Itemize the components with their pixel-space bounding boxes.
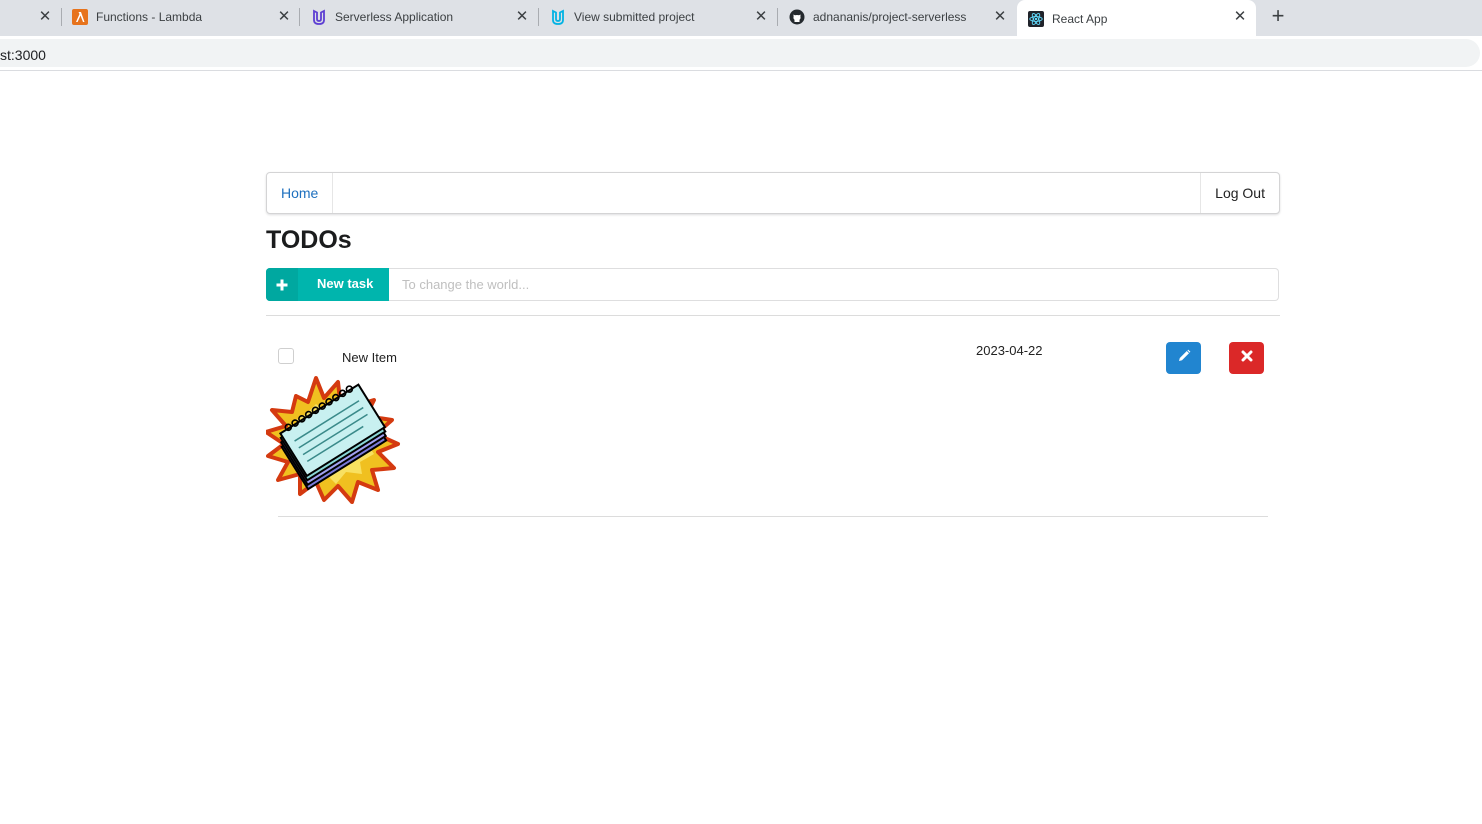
- tab-title: Functions - Lambda: [96, 10, 203, 24]
- top-menu: Home Log Out: [266, 172, 1280, 214]
- todo-due-date: 2023-04-22: [976, 343, 1043, 358]
- divider: [278, 516, 1268, 517]
- tab-separator: [777, 8, 778, 26]
- tab-separator: [538, 8, 539, 26]
- close-icon[interactable]: ✕: [276, 9, 292, 25]
- address-bar: st:3000: [0, 36, 1482, 71]
- close-icon[interactable]: ✕: [753, 9, 769, 25]
- close-icon[interactable]: ✕: [1232, 9, 1248, 25]
- tab-separator: [299, 8, 300, 26]
- new-task-input[interactable]: [389, 268, 1279, 301]
- close-icon: [1241, 349, 1253, 367]
- udacity-icon: [311, 9, 327, 25]
- browser-tab-view-submitted[interactable]: View submitted project ✕: [550, 0, 776, 34]
- tab-title: View submitted project: [574, 10, 695, 24]
- todo-name: New Item: [342, 350, 397, 365]
- udacity-icon: [550, 9, 566, 25]
- todo-item: New Item 2023-04-22: [264, 332, 1280, 517]
- pencil-icon: [1177, 349, 1191, 368]
- new-task-button[interactable]: New task: [266, 268, 389, 301]
- home-link[interactable]: Home: [267, 173, 334, 213]
- browser-tab-strip: ✕ Functions - Lambda ✕ Serverless Applic…: [0, 0, 1482, 38]
- close-icon[interactable]: ✕: [514, 9, 530, 25]
- browser-tab-react-app[interactable]: React App ✕: [1017, 0, 1256, 38]
- browser-tab-partial[interactable]: ✕: [0, 0, 58, 34]
- tab-separator: [61, 8, 62, 26]
- todo-attachment-image: [264, 374, 402, 504]
- new-task-row: New task: [266, 268, 1280, 301]
- github-icon: [789, 9, 805, 25]
- aws-lambda-icon: [72, 9, 88, 25]
- plus-icon: [266, 268, 298, 301]
- page-title: TODOs: [266, 226, 352, 254]
- new-task-label: New task: [317, 276, 374, 291]
- url-text: st:3000: [0, 47, 46, 63]
- todo-done-checkbox[interactable]: [278, 348, 294, 364]
- tab-title: adnananis/project-serverless: [813, 10, 967, 24]
- tab-title: Serverless Application: [335, 10, 454, 24]
- edit-todo-button[interactable]: [1166, 342, 1201, 374]
- logout-button[interactable]: Log Out: [1200, 173, 1279, 213]
- react-icon: [1028, 11, 1044, 27]
- tab-title: React App: [1052, 12, 1108, 26]
- close-icon[interactable]: ✕: [992, 9, 1008, 25]
- browser-tab-serverless[interactable]: Serverless Application ✕: [311, 0, 537, 34]
- delete-todo-button[interactable]: [1229, 342, 1264, 374]
- browser-tab-github[interactable]: adnananis/project-serverless ✕: [789, 0, 1015, 34]
- url-field[interactable]: st:3000: [0, 39, 1480, 67]
- browser-tab-lambda[interactable]: Functions - Lambda ✕: [72, 0, 298, 34]
- new-tab-plus-icon[interactable]: +: [1266, 5, 1290, 29]
- divider: [266, 315, 1280, 316]
- close-icon[interactable]: ✕: [37, 9, 53, 25]
